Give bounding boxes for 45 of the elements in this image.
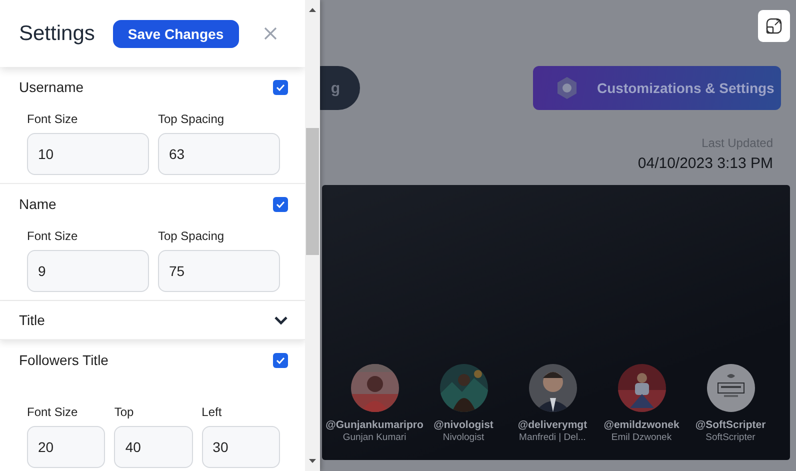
profile-handle: @SoftScripter [695, 419, 766, 431]
panel-title: Settings [19, 22, 95, 46]
input-field[interactable]: 20 [27, 426, 106, 468]
section-label: Title [19, 312, 45, 328]
profile-name: SoftScripter [706, 432, 756, 443]
input-field[interactable]: 40 [114, 426, 193, 468]
profile-handle: @deliverymgt [518, 419, 588, 431]
expand-icon [766, 18, 782, 34]
last-updated-time: 04/10/2023 3:13 PM [638, 155, 773, 172]
checkbox[interactable] [273, 80, 288, 94]
scrollbar-thumb[interactable] [306, 128, 319, 255]
input-field[interactable]: 30 [202, 426, 280, 468]
field-label: Left [202, 405, 223, 419]
section-label: Name [19, 196, 56, 212]
input-field[interactable]: 75 [158, 250, 280, 292]
profile-name: Emil Dzwonek [611, 432, 672, 443]
chevron-icon[interactable] [274, 315, 288, 325]
profile-name: Manfredi | Del... [519, 432, 586, 443]
save-changes-button[interactable]: Save Changes [112, 20, 239, 48]
customizations-button[interactable]: Customizations & Settings [533, 66, 781, 110]
profile-handle: @nivologist [434, 419, 494, 431]
field-label: Font Size [27, 229, 79, 243]
field-label: Font Size [27, 112, 79, 126]
field-label: Top Spacing [158, 112, 226, 126]
profile-handle: @Gunjankumaripro [326, 419, 424, 431]
field-label: Top [114, 405, 135, 419]
checkmark-icon [275, 82, 286, 92]
profile-name: Nivologist [442, 432, 484, 443]
section-label: Followers Title [19, 352, 108, 368]
field-label: Top Spacing [158, 229, 226, 243]
checkmark-icon [275, 198, 286, 210]
checkbox[interactable] [273, 196, 288, 212]
checkmark-icon [275, 354, 286, 366]
scroll-up-icon[interactable] [308, 7, 317, 13]
input-field[interactable]: 9 [27, 250, 149, 292]
section-label: Username [19, 79, 84, 95]
field-label: Font Size [27, 405, 79, 419]
scroll-down-icon[interactable] [308, 458, 317, 464]
hexagon-icon [555, 76, 579, 100]
input-field[interactable]: 63 [158, 133, 280, 175]
input-field[interactable]: 10 [27, 133, 149, 175]
expand-button[interactable] [758, 10, 790, 42]
profile-handle: @emildzwonek [604, 419, 680, 431]
checkbox[interactable] [273, 352, 288, 368]
profile-name: Gunjan Kumari [342, 432, 406, 443]
